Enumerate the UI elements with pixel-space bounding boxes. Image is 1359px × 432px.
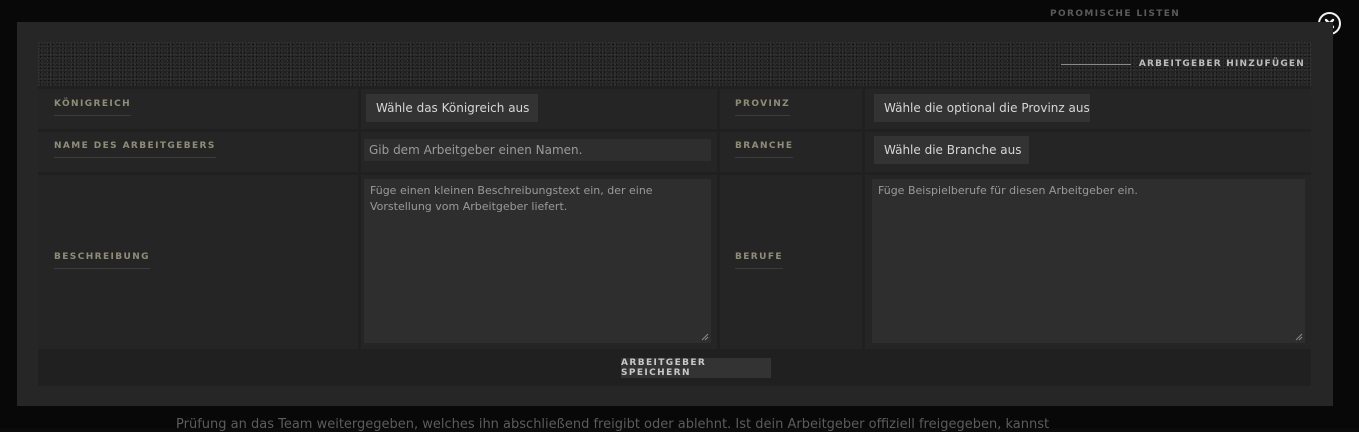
form-panel: ARBEITGEBER HINZUFÜGEN KÖNIGREICH PROVIN… — [38, 42, 1311, 386]
kingdom-select-value: Wähle das Königreich aus — [376, 101, 529, 115]
heading-divider — [1061, 64, 1131, 65]
employer-name-placeholder: Gib dem Arbeitgeber einen Namen. — [369, 143, 582, 157]
province-select[interactable]: Wähle die optional die Provinz aus — [874, 94, 1090, 122]
employer-name-input[interactable]: Gib dem Arbeitgeber einen Namen. — [364, 139, 711, 161]
industry-select-value: Wähle die Branche aus — [884, 143, 1021, 157]
resize-grip-icon[interactable] — [1295, 333, 1303, 341]
kingdom-select[interactable]: Wähle das Königreich aus — [366, 94, 538, 122]
industry-label: BRANCHE — [735, 141, 793, 158]
description-textarea[interactable]: Füge einen kleinen Beschreibungstext ein… — [364, 179, 711, 343]
background-sidebar-heading: POROMISCHE LISTEN — [1050, 9, 1180, 19]
resize-grip-icon[interactable] — [701, 333, 709, 341]
modal-heading: ARBEITGEBER HINZUFÜGEN — [1061, 59, 1305, 69]
professions-textarea[interactable]: Füge Beispielberufe für diesen Arbeitgeb… — [872, 179, 1305, 343]
background-body-text: Prüfung an das Team weitergegeben, welch… — [176, 417, 1049, 432]
professions-label: BERUFE — [735, 252, 783, 269]
description-placeholder: Füge einen kleinen Beschreibungstext ein… — [370, 184, 653, 213]
save-employer-button[interactable]: ARBEITGEBER SPEICHERN — [621, 358, 771, 378]
description-label: BESCHREIBUNG — [54, 252, 150, 269]
modal-heading-label: ARBEITGEBER HINZUFÜGEN — [1139, 59, 1305, 69]
kingdom-label: KÖNIGREICH — [54, 99, 131, 116]
employer-name-label: NAME DES ARBEITGEBERS — [54, 141, 216, 158]
add-employer-modal: ARBEITGEBER HINZUFÜGEN KÖNIGREICH PROVIN… — [17, 22, 1333, 406]
industry-select[interactable]: Wähle die Branche aus — [874, 136, 1029, 164]
professions-placeholder: Füge Beispielberufe für diesen Arbeitgeb… — [878, 184, 1138, 197]
province-label: PROVINZ — [735, 99, 790, 116]
province-select-value: Wähle die optional die Provinz aus — [884, 101, 1090, 115]
